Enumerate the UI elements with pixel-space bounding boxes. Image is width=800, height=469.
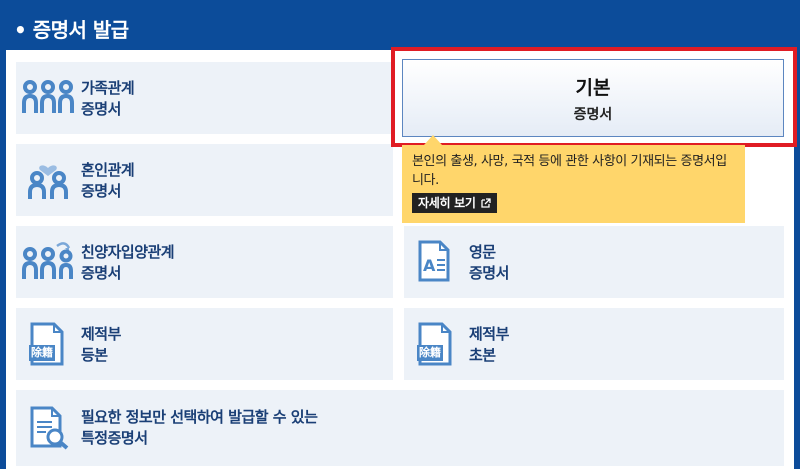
svg-text:A: A <box>423 256 436 275</box>
marriage-relation-line1: 혼인관계 <box>81 161 135 179</box>
view-details-label: 자세히 보기 <box>418 196 476 210</box>
removed-register-abstract-line1: 제적부 <box>469 325 509 343</box>
marriage-relation-card[interactable]: 혼인관계 증명서 <box>16 144 393 216</box>
removed-register-stamp: 除籍 <box>417 345 443 361</box>
family-relation-line2: 증명서 <box>81 100 121 118</box>
specific-certificate-card[interactable]: 필요한 정보만 선택하여 발급할 수 있는 특정증명서 <box>16 390 784 466</box>
removed-register-full-line2: 등본 <box>81 346 108 364</box>
removed-register-full-card[interactable]: 除籍 제적부 등본 <box>16 308 393 380</box>
basic-certificate-line2: 증명서 <box>573 107 613 123</box>
specific-certificate-line1: 필요한 정보만 선택하여 발급할 수 있는 <box>81 408 318 426</box>
specific-certificate-line2: 특정증명서 <box>81 429 148 447</box>
view-details-button[interactable]: 자세히 보기 <box>412 193 498 213</box>
english-document-icon: A <box>418 240 450 282</box>
adoption-relation-line2: 증명서 <box>81 264 121 282</box>
removed-register-abstract-line2: 초본 <box>469 346 496 364</box>
family-icon <box>22 80 74 113</box>
external-link-icon <box>481 198 492 208</box>
adoption-relation-line1: 친양자입양관계 <box>81 243 175 261</box>
marriage-relation-line2: 증명서 <box>81 182 121 200</box>
basic-certificate-button[interactable]: 기본 증명서 <box>402 59 784 137</box>
tooltip-description: 본인의 출생, 사망, 국적 등에 관한 사항이 기재되는 증명서입니다. <box>412 154 727 188</box>
english-certificate-line2: 증명서 <box>469 264 509 282</box>
adoption-relation-card[interactable]: 친양자입양관계 증명서 <box>16 226 393 298</box>
basic-certificate-tooltip: 본인의 출생, 사망, 국적 등에 관한 사항이 기재되는 증명서입니다. 자세… <box>402 135 745 223</box>
basic-certificate-line1: 기본 <box>575 77 611 99</box>
document-search-icon <box>30 406 69 450</box>
couple-heart-icon <box>28 165 68 199</box>
english-certificate-line1: 영문 <box>469 243 496 261</box>
adoption-family-icon <box>22 242 73 279</box>
section-title: • 증명서 발급 <box>14 18 129 42</box>
removed-register-full-line1: 제적부 <box>81 325 121 343</box>
removed-register-stamp: 除籍 <box>29 345 55 361</box>
tooltip-arrow <box>424 135 442 145</box>
family-relation-line1: 가족관계 <box>81 79 135 97</box>
english-certificate-card[interactable]: A 영문 증명서 <box>404 226 784 298</box>
family-relation-card[interactable]: 가족관계 증명서 <box>16 62 393 134</box>
section-header: • 증명서 발급 <box>0 0 800 50</box>
removed-register-abstract-card[interactable]: 除籍 제적부 초본 <box>404 308 784 380</box>
